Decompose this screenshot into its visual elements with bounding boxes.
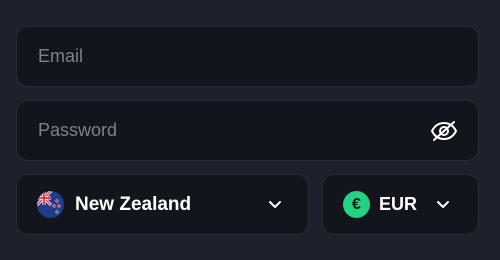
country-select-value: New Zealand [75, 193, 192, 215]
chevron-down-icon [435, 197, 451, 213]
euro-icon: € [343, 191, 370, 218]
password-field[interactable] [17, 101, 429, 160]
euro-symbol: € [352, 195, 361, 213]
email-field-container [16, 26, 479, 87]
password-field-container [16, 100, 479, 161]
country-select[interactable]: New Zealand [16, 174, 309, 235]
currency-select[interactable]: € EUR [322, 174, 479, 235]
chevron-down-icon [267, 197, 283, 213]
currency-select-value: EUR [379, 194, 418, 214]
eye-off-icon[interactable] [429, 116, 459, 146]
currency-select-trigger[interactable]: € EUR [323, 175, 478, 234]
email-field[interactable] [17, 27, 478, 86]
country-select-trigger[interactable]: New Zealand [17, 175, 308, 234]
new-zealand-flag-icon [37, 191, 64, 218]
